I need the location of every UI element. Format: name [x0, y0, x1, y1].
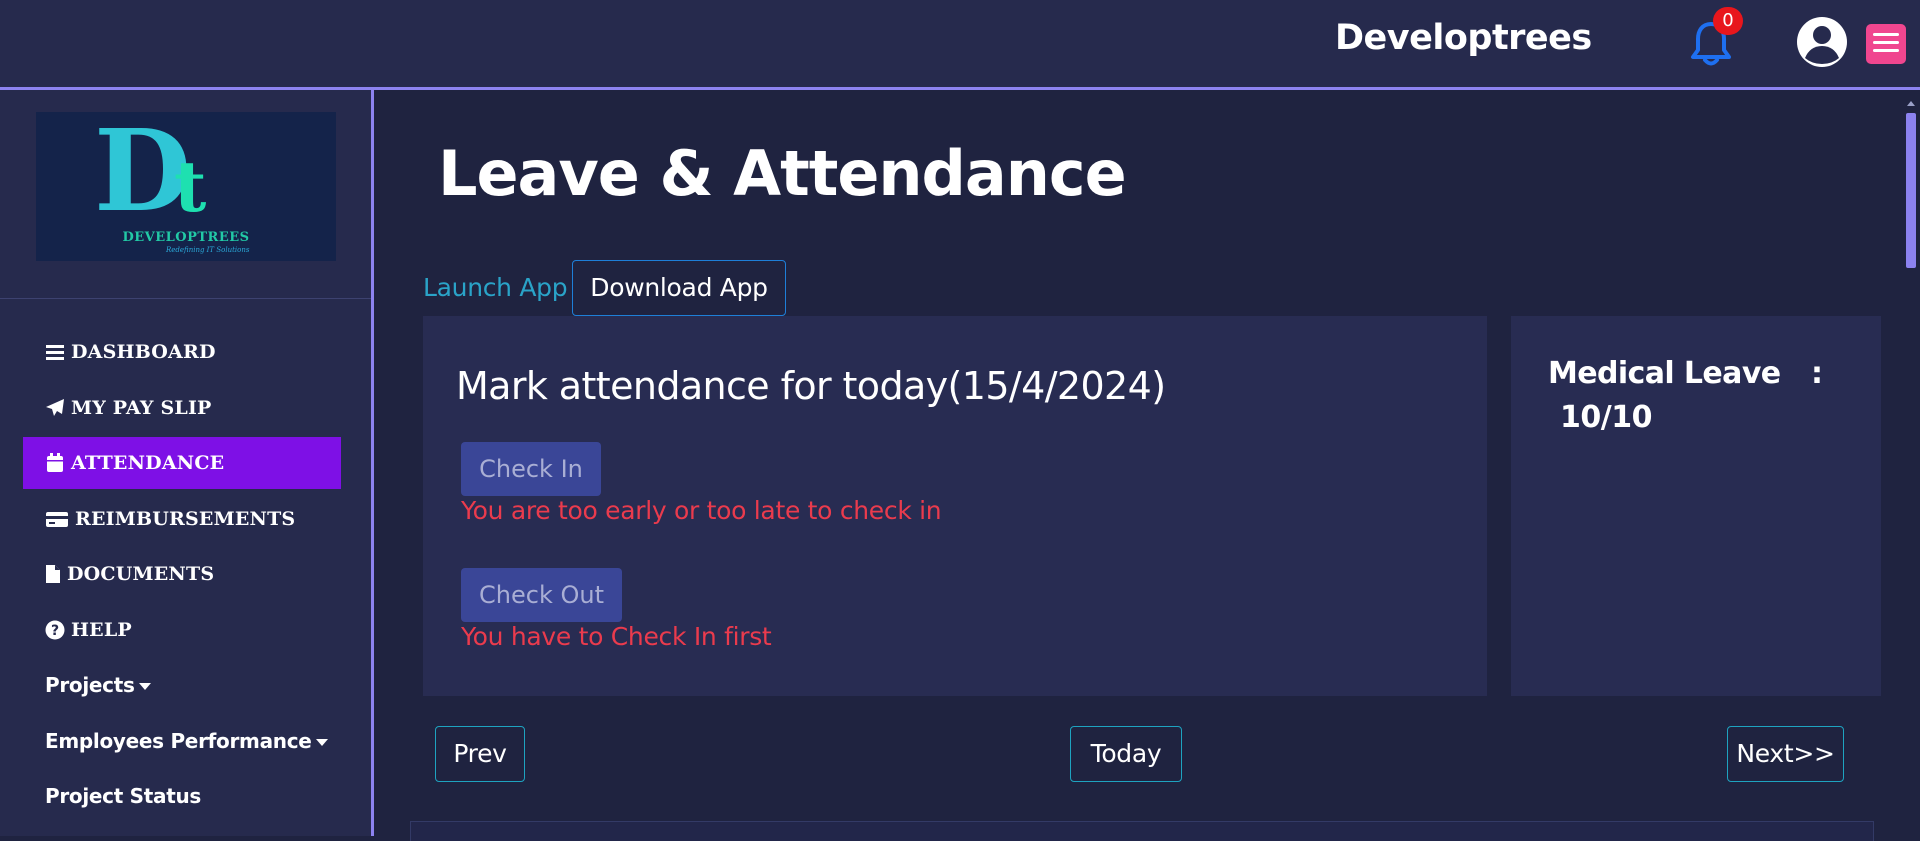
page-title: Leave & Attendance	[438, 137, 1127, 210]
calendar-icon	[47, 453, 63, 472]
sidebar-item-label: DASHBOARD	[71, 341, 216, 363]
check-in-error: You are too early or too late to check i…	[461, 496, 942, 525]
user-avatar-icon[interactable]	[1796, 16, 1848, 68]
launch-app-link[interactable]: Launch App	[423, 273, 568, 302]
sidebar-item-my-pay-slip[interactable]: MY PAY SLIP	[23, 382, 341, 434]
check-in-button[interactable]: Check In	[461, 442, 601, 496]
caret-down-icon	[315, 738, 328, 746]
sidebar-item-project-status[interactable]: Project Status	[23, 770, 341, 822]
check-out-button[interactable]: Check Out	[461, 568, 622, 622]
file-icon	[46, 565, 60, 583]
svg-text:?: ?	[51, 623, 59, 639]
next-button[interactable]: Next>>	[1727, 726, 1844, 782]
sidebar-item-label: Project Status	[45, 784, 202, 808]
sidebar-item-label: HELP	[71, 619, 132, 641]
sidebar-item-label: ATTENDANCE	[71, 452, 225, 474]
sidebar-item-projects[interactable]: Projects	[23, 659, 341, 711]
sidebar: D t DEVELOPTREES Redefining IT Solutions…	[0, 90, 374, 836]
check-out-error: You have to Check In first	[461, 622, 772, 651]
top-bar: Developtrees 0	[0, 0, 1920, 90]
hamburger-menu-button[interactable]	[1866, 24, 1906, 64]
sidebar-item-label: DOCUMENTS	[67, 563, 215, 585]
bars-icon	[46, 345, 64, 360]
sidebar-item-label: MY PAY SLIP	[71, 397, 212, 419]
logo-wordmark: DEVELOPTREES	[122, 230, 250, 245]
sidebar-item-reimbursements[interactable]: REIMBURSEMENTS	[23, 493, 341, 545]
logo-letter-t: t	[174, 145, 207, 228]
scroll-up-arrow-icon[interactable]	[1907, 101, 1915, 106]
logo-tagline: Redefining IT Solutions	[166, 246, 250, 254]
leave-colon: :	[1811, 356, 1823, 391]
menu-line	[1873, 49, 1899, 52]
sidebar-item-help[interactable]: ? HELP	[23, 604, 341, 656]
credit-card-icon	[46, 512, 68, 527]
sidebar-item-documents[interactable]: DOCUMENTS	[23, 548, 341, 600]
today-button[interactable]: Today	[1070, 726, 1182, 782]
scrollbar[interactable]	[1902, 95, 1920, 836]
sidebar-item-dashboard[interactable]: DASHBOARD	[23, 326, 341, 378]
notification-badge: 0	[1713, 7, 1743, 35]
main-content: Leave & Attendance Launch App Download A…	[374, 90, 1920, 841]
calendar-panel	[410, 821, 1874, 841]
leave-balance-card: Medical Leave : 10/10	[1511, 316, 1881, 696]
attendance-card: Mark attendance for today(15/4/2024) Che…	[423, 316, 1487, 696]
leave-type-label: Medical Leave	[1548, 356, 1781, 391]
sidebar-item-label: Employees Performance	[45, 729, 312, 753]
download-app-button[interactable]: Download App	[572, 260, 786, 316]
sidebar-item-label: REIMBURSEMENTS	[75, 508, 296, 530]
company-logo[interactable]: D t DEVELOPTREES Redefining IT Solutions	[36, 112, 336, 261]
sidebar-divider	[0, 298, 371, 299]
leave-balance-value: 10/10	[1560, 400, 1652, 435]
sidebar-item-label: Projects	[45, 673, 135, 697]
menu-line	[1873, 41, 1899, 44]
caret-down-icon	[138, 682, 151, 690]
attendance-title: Mark attendance for today(15/4/2024)	[456, 364, 1166, 408]
paper-plane-icon	[46, 399, 64, 416]
sidebar-item-attendance[interactable]: ATTENDANCE	[23, 437, 341, 489]
scrollbar-thumb[interactable]	[1906, 113, 1916, 268]
question-circle-icon: ?	[45, 620, 65, 640]
brand-name: Developtrees	[1335, 18, 1592, 58]
prev-button[interactable]: Prev	[435, 726, 525, 782]
sidebar-item-employees-performance[interactable]: Employees Performance	[23, 715, 341, 767]
menu-line	[1873, 33, 1899, 36]
